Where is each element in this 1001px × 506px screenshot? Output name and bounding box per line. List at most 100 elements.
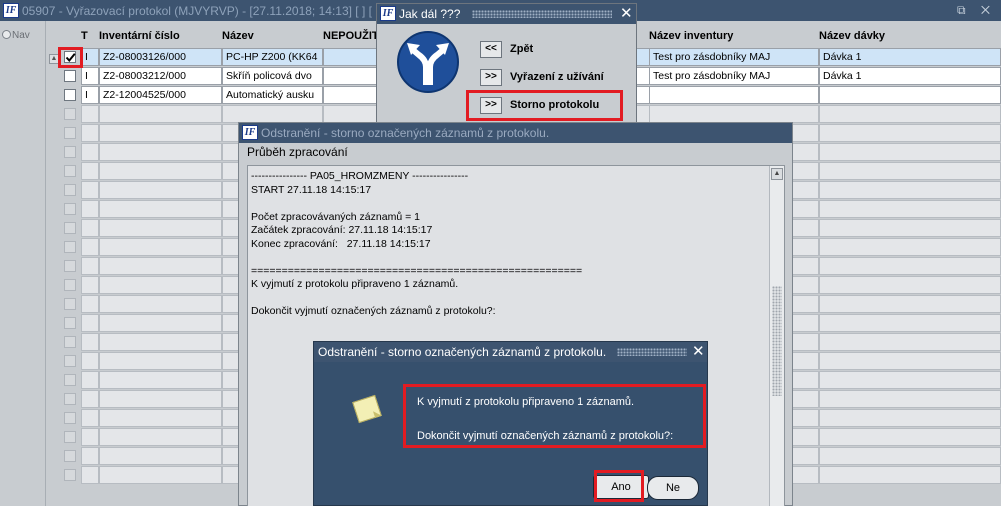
yes-button[interactable]: Ano (593, 475, 649, 499)
cell-inventory-number[interactable] (99, 105, 222, 123)
row-checkbox[interactable] (64, 355, 76, 367)
cell-inventory-name[interactable] (649, 86, 819, 104)
close-icon[interactable]: ✕ (692, 344, 705, 359)
cell-inventory-number[interactable] (99, 124, 222, 142)
cell-inventory-number[interactable] (99, 200, 222, 218)
cell-t[interactable] (81, 238, 99, 256)
col-header-inventory-number[interactable]: Inventární číslo (99, 30, 180, 42)
cell-batch-name[interactable] (819, 200, 1001, 218)
cell-t[interactable] (81, 409, 99, 427)
cell-t[interactable]: I (81, 86, 99, 104)
cell-inventory-number[interactable] (99, 409, 222, 427)
col-header-inventory-name[interactable]: Název inventury (649, 30, 733, 42)
cell-batch-name[interactable] (819, 352, 1001, 370)
scroll-up-icon[interactable]: ▲ (49, 54, 59, 64)
cell-t[interactable] (81, 352, 99, 370)
cell-inventory-number[interactable] (99, 314, 222, 332)
nav-tab[interactable]: Nav (2, 30, 30, 41)
cell-inventory-number[interactable] (99, 181, 222, 199)
cell-batch-name[interactable] (819, 143, 1001, 161)
cell-inventory-number[interactable] (99, 238, 222, 256)
cell-t[interactable] (81, 143, 99, 161)
cell-t[interactable] (81, 200, 99, 218)
cell-batch-name[interactable] (819, 333, 1001, 351)
cell-inventory-number[interactable] (99, 143, 222, 161)
cell-t[interactable] (81, 447, 99, 465)
cell-t[interactable] (81, 390, 99, 408)
cell-batch-name[interactable]: Dávka 1 (819, 48, 1001, 66)
cell-batch-name[interactable] (819, 428, 1001, 446)
window-controls[interactable]: ⧉ ✕ (957, 3, 996, 18)
cell-t[interactable] (81, 181, 99, 199)
cell-batch-name[interactable] (819, 466, 1001, 484)
cell-t[interactable] (81, 314, 99, 332)
cell-t[interactable] (81, 105, 99, 123)
cell-batch-name[interactable] (819, 276, 1001, 294)
row-checkbox[interactable] (64, 89, 76, 101)
cell-inventory-number[interactable] (99, 371, 222, 389)
cell-inventory-number[interactable]: Z2-08003126/000 (99, 48, 222, 66)
row-checkbox[interactable] (64, 374, 76, 386)
cell-t[interactable] (81, 124, 99, 142)
scroll-thumb[interactable] (772, 286, 782, 396)
vertical-scrollbar[interactable]: ▲ (769, 166, 784, 506)
row-checkbox[interactable] (64, 70, 76, 82)
cell-batch-name[interactable] (819, 124, 1001, 142)
cell-t[interactable] (81, 219, 99, 237)
cell-batch-name[interactable] (819, 86, 1001, 104)
cell-t[interactable] (81, 466, 99, 484)
no-button[interactable]: Ne (647, 476, 699, 500)
cell-inventory-number[interactable] (99, 162, 222, 180)
cell-inventory-number[interactable] (99, 447, 222, 465)
row-checkbox[interactable] (64, 222, 76, 234)
row-checkbox[interactable] (64, 431, 76, 443)
cell-batch-name[interactable] (819, 409, 1001, 427)
decommission-button-symbol[interactable]: >> (480, 69, 502, 86)
cell-inventory-number[interactable] (99, 390, 222, 408)
cell-batch-name[interactable] (819, 181, 1001, 199)
cell-batch-name[interactable] (819, 314, 1001, 332)
row-checkbox[interactable] (64, 203, 76, 215)
cell-batch-name[interactable] (819, 295, 1001, 313)
cell-inventory-number[interactable] (99, 428, 222, 446)
col-header-batch-name[interactable]: Název dávky (819, 30, 885, 42)
row-checkbox[interactable] (64, 241, 76, 253)
cell-inventory-number[interactable] (99, 333, 222, 351)
col-header-name[interactable]: Název (222, 30, 254, 42)
cell-batch-name[interactable] (819, 238, 1001, 256)
cell-inventory-number[interactable] (99, 466, 222, 484)
cell-batch-name[interactable] (819, 371, 1001, 389)
row-checkbox[interactable] (64, 469, 76, 481)
cell-inventory-number[interactable] (99, 276, 222, 294)
cell-t[interactable] (81, 371, 99, 389)
cell-batch-name[interactable] (819, 257, 1001, 275)
row-checkbox[interactable] (64, 184, 76, 196)
cell-t[interactable] (81, 257, 99, 275)
row-checkbox[interactable] (64, 317, 76, 329)
row-checkbox[interactable] (64, 165, 76, 177)
row-checkbox[interactable] (64, 127, 76, 139)
cell-batch-name[interactable] (819, 105, 1001, 123)
scroll-up-icon[interactable]: ▲ (771, 168, 783, 180)
cell-batch-name[interactable] (819, 219, 1001, 237)
row-checkbox[interactable] (64, 450, 76, 462)
row-checkbox[interactable] (64, 393, 76, 405)
row-checkbox[interactable] (64, 260, 76, 272)
cell-inventory-number[interactable]: Z2-12004525/000 (99, 86, 222, 104)
col-header-unusable[interactable]: NEPOUŽIT (323, 30, 379, 42)
cell-name[interactable] (222, 105, 323, 123)
cancel-protocol-button-symbol[interactable]: >> (480, 97, 502, 114)
cell-batch-name[interactable]: Dávka 1 (819, 67, 1001, 85)
row-checkbox[interactable] (64, 146, 76, 158)
row-checkbox[interactable] (64, 336, 76, 348)
row-checkbox[interactable] (64, 298, 76, 310)
cell-t[interactable] (81, 276, 99, 294)
cell-batch-name[interactable] (819, 390, 1001, 408)
close-icon[interactable]: ✕ (620, 6, 633, 21)
cell-name[interactable]: Automatický ausku (222, 86, 323, 104)
cell-inventory-name[interactable] (649, 105, 819, 123)
cell-inventory-name[interactable]: Test pro zásdobníky MAJ (649, 48, 819, 66)
cell-inventory-number[interactable] (99, 219, 222, 237)
cell-inventory-number[interactable]: Z2-08003212/000 (99, 67, 222, 85)
row-checkbox[interactable] (64, 279, 76, 291)
